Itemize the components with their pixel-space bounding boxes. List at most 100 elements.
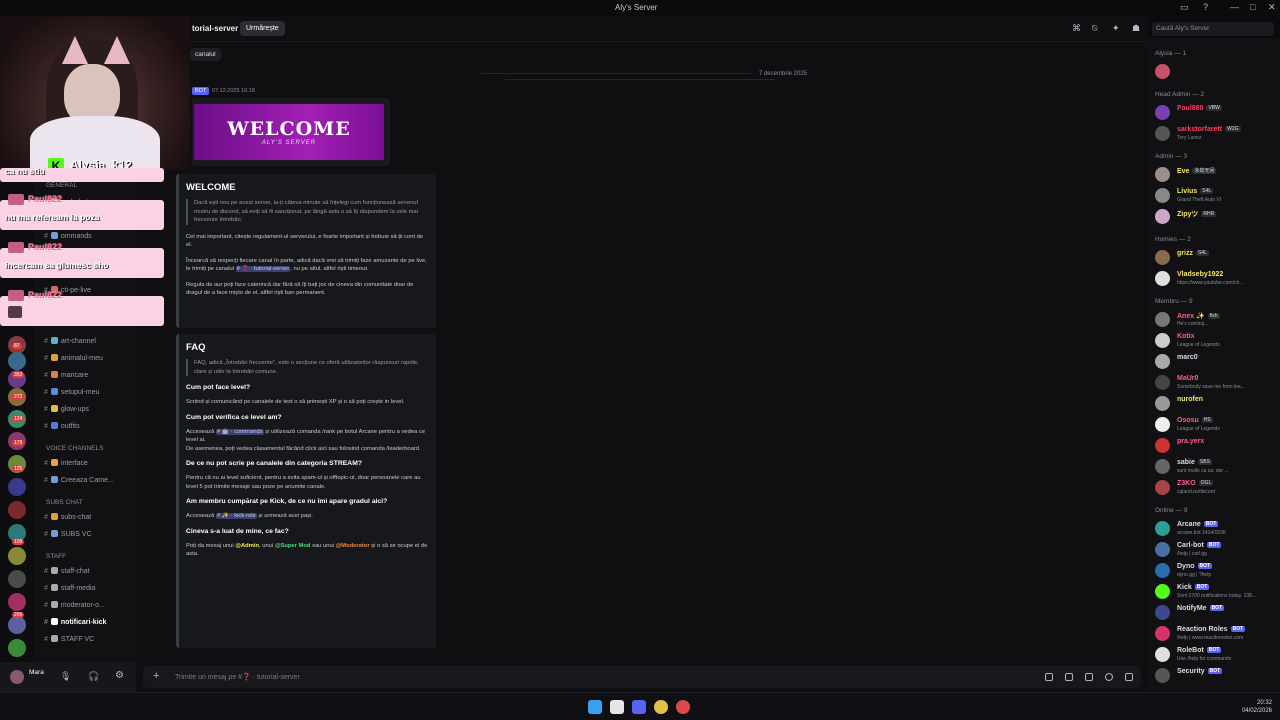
member-item[interactable]: Carl-bot BOT/help | carl.gg bbox=[1155, 540, 1280, 560]
channel-item[interactable]: # interface bbox=[44, 459, 88, 467]
inbox-icon[interactable]: ▭ bbox=[1180, 2, 1189, 13]
plus-icon[interactable]: + bbox=[153, 670, 159, 682]
member-item[interactable]: pra.yerx bbox=[1155, 436, 1280, 456]
welcome-banner[interactable]: WELCOME ALY'S SERVER bbox=[192, 98, 390, 166]
member-item[interactable]: Paul888 VBW bbox=[1155, 103, 1280, 123]
channel-item[interactable]: # glow-ups bbox=[44, 405, 89, 413]
member-item[interactable]: sabie SBS sunt mulle ca sa, dar ... bbox=[1155, 457, 1280, 477]
system-clock[interactable]: 20:32 04/02/2026 bbox=[1236, 699, 1272, 715]
member-name-row: Kotix bbox=[1177, 333, 1195, 340]
channel-item[interactable]: # mancare bbox=[44, 371, 88, 379]
avatar[interactable] bbox=[10, 670, 24, 684]
server-icon[interactable] bbox=[8, 352, 26, 370]
channel-emoji-icon bbox=[50, 567, 58, 574]
guild-tag: SBS bbox=[1197, 459, 1212, 465]
emoji-icon[interactable] bbox=[1105, 673, 1113, 681]
channel-item[interactable]: # staff-media bbox=[44, 584, 95, 592]
channel-item[interactable]: # outfits bbox=[44, 422, 80, 430]
member-item[interactable]: sarkstorfarett W2G Tory Lanez bbox=[1155, 124, 1280, 144]
member-item[interactable]: Eve 永劫无间 bbox=[1155, 165, 1280, 185]
file-explorer-icon[interactable] bbox=[610, 700, 624, 714]
member-item[interactable]: Livius S4L Grand Theft Auto VI bbox=[1155, 186, 1280, 206]
member-item[interactable]: NotifyMe BOT bbox=[1155, 603, 1280, 623]
app-icon[interactable] bbox=[676, 700, 690, 714]
member-item[interactable]: marc0 bbox=[1155, 352, 1280, 372]
server-icon[interactable] bbox=[8, 501, 26, 519]
channel-item[interactable]: # setupul-meu bbox=[44, 388, 99, 396]
gif-icon[interactable] bbox=[1065, 673, 1073, 681]
channel-item[interactable]: # moderator-o... bbox=[44, 601, 105, 609]
channel-item[interactable]: # notificari-kick bbox=[44, 618, 106, 626]
member-item[interactable]: Zipyツ RHR bbox=[1155, 207, 1280, 227]
category-general[interactable]: GENERAL bbox=[46, 182, 77, 189]
member-item[interactable]: Dyno BOT dyno.gg | ?help bbox=[1155, 561, 1280, 581]
server-icon[interactable] bbox=[8, 547, 26, 565]
minimize-icon[interactable]: — bbox=[1230, 2, 1239, 12]
channel-item[interactable]: # SUBS VC bbox=[44, 530, 92, 538]
mute-icon[interactable]: ⍉ bbox=[1092, 24, 1101, 33]
server-icon[interactable] bbox=[8, 570, 26, 588]
channel-mention[interactable]: # ✨ · kick-role bbox=[215, 513, 257, 519]
sticker-icon[interactable] bbox=[1085, 673, 1093, 681]
clock-date: 04/02/2026 bbox=[1241, 708, 1272, 714]
avatar bbox=[1155, 209, 1170, 224]
category-subs[interactable]: SUBS CHAT bbox=[46, 499, 83, 506]
member-item[interactable]: Anex ✨ fish He's coming... bbox=[1155, 310, 1280, 330]
member-item[interactable]: Z3KO OGL cgland.ru/discord bbox=[1155, 478, 1280, 498]
server-icon[interactable] bbox=[8, 639, 26, 657]
avatar bbox=[1155, 105, 1170, 120]
message-input[interactable]: Trimite un mesaj pe #❓ · tutorial-server bbox=[175, 673, 300, 681]
windows-start-icon[interactable] bbox=[588, 700, 602, 714]
channel-item[interactable]: # ommands bbox=[44, 232, 92, 240]
role-mention-admin[interactable]: @Admin bbox=[235, 543, 259, 549]
pin-icon[interactable]: ✦ bbox=[1112, 24, 1121, 33]
channel-pill[interactable]: canalul bbox=[190, 48, 221, 61]
maximize-icon[interactable]: □ bbox=[1250, 2, 1255, 12]
apps-icon[interactable] bbox=[1125, 673, 1133, 681]
server-icon[interactable] bbox=[8, 616, 26, 634]
channel-item[interactable]: # subs-chat bbox=[44, 513, 91, 521]
member-item[interactable] bbox=[1155, 62, 1280, 82]
guild-tag: W2G bbox=[1225, 126, 1241, 132]
channel-item[interactable]: # art-channel bbox=[44, 337, 96, 345]
chrome-icon[interactable] bbox=[654, 700, 668, 714]
member-item[interactable]: nurofen bbox=[1155, 394, 1280, 414]
message-composer[interactable]: + Trimite un mesaj pe #❓ · tutorial-serv… bbox=[143, 666, 1141, 688]
close-icon[interactable]: ✕ bbox=[1268, 2, 1276, 13]
gear-icon[interactable]: ⚙ bbox=[115, 670, 124, 681]
server-icon[interactable] bbox=[8, 593, 26, 611]
microphone-icon[interactable]: 🎙 bbox=[60, 671, 71, 682]
role-mention-moderator[interactable]: @Moderator bbox=[336, 543, 370, 549]
member-item[interactable]: Vladseby1922 https://www.youtube.com/ch..… bbox=[1155, 269, 1280, 289]
headphones-icon[interactable]: 🎧 bbox=[88, 671, 99, 682]
search-input[interactable]: Caută Aly's Server bbox=[1152, 22, 1274, 36]
member-item[interactable]: MaUr0 Somebody save me from lea... bbox=[1155, 373, 1280, 393]
chat-username: Paul822 bbox=[28, 242, 63, 252]
member-item[interactable]: Kick BOT Sent 2700 notifications today. 13… bbox=[1155, 582, 1280, 602]
member-item[interactable]: Reaction Roles BOT/help | www.reactionrol… bbox=[1155, 624, 1280, 644]
member-item[interactable]: Arcane BOT arcane.bot 1414/1536 bbox=[1155, 519, 1280, 539]
channel-item[interactable]: # staff-chat bbox=[44, 567, 90, 575]
help-icon[interactable]: ? bbox=[1203, 2, 1208, 12]
member-item[interactable]: RoleBot BOT Use /help for commands bbox=[1155, 645, 1280, 665]
role-mention-super-mod[interactable]: @Super Mod bbox=[275, 543, 311, 549]
channel-item[interactable]: # animalul-meu bbox=[44, 354, 103, 362]
member-item[interactable]: Security BOT bbox=[1155, 666, 1280, 686]
channel-mention[interactable]: # ❓ · tutorial-server bbox=[235, 266, 291, 272]
thread-icon[interactable]: ⌘ bbox=[1072, 24, 1081, 33]
follow-button[interactable]: Urmărește bbox=[240, 21, 285, 36]
member-item[interactable]: Kotix League of Legends bbox=[1155, 331, 1280, 351]
member-name: RoleBot bbox=[1177, 647, 1204, 654]
member-item[interactable]: Ososu HS League of Legends bbox=[1155, 415, 1280, 435]
gift-icon[interactable] bbox=[1045, 673, 1053, 681]
discord-taskbar-icon[interactable] bbox=[632, 700, 646, 714]
category-staff[interactable]: STAFF bbox=[46, 553, 66, 560]
category-voice[interactable]: VOICE CHANNELS bbox=[46, 445, 103, 452]
member-item[interactable]: grizz S4L bbox=[1155, 248, 1280, 268]
server-icon[interactable] bbox=[8, 478, 26, 496]
chat-username: Paul822 bbox=[28, 194, 63, 204]
channel-item[interactable]: # STAFF VC bbox=[44, 635, 94, 643]
channel-item[interactable]: # Creeaza Came... bbox=[44, 476, 114, 484]
members-icon[interactable]: ☗ bbox=[1132, 24, 1141, 33]
channel-mention[interactable]: # 🤖 · commands bbox=[215, 428, 264, 435]
